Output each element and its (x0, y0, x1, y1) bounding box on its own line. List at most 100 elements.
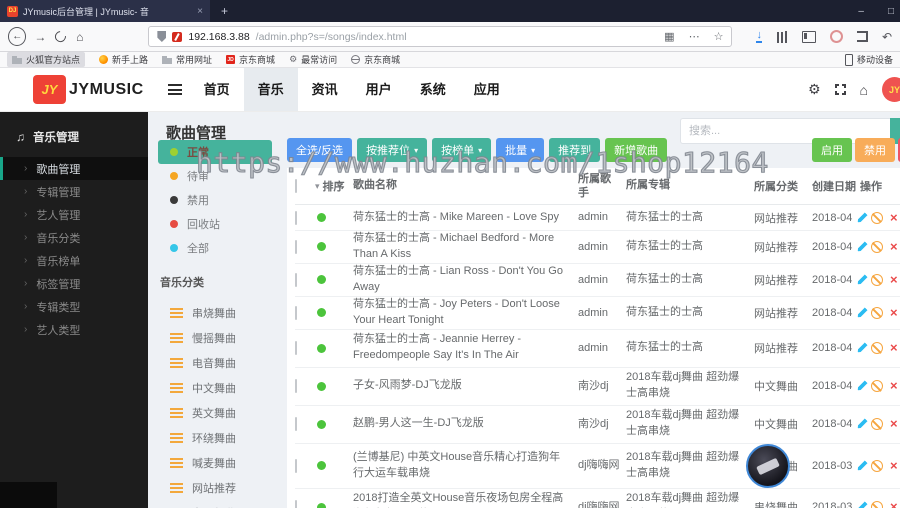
browser-tab[interactable]: DJ JYmusic后台管理 | JYmusic- 音 × (0, 0, 210, 22)
by-recommend-dropdown[interactable]: 按推荐位 ▾ (357, 138, 428, 162)
sort-caret-icon[interactable]: ▾ (315, 181, 320, 192)
nav-item-system[interactable]: 系统 (406, 68, 460, 111)
nav-item-music[interactable]: 音乐 (243, 68, 298, 111)
sidebar-item-artists[interactable]: › 艺人管理 (0, 203, 148, 226)
ban-icon[interactable] (871, 211, 883, 224)
song-name[interactable]: 荷东猛士的士高 - Lian Ross - Don't You Go Away (353, 264, 578, 296)
app-logo[interactable]: JY (33, 75, 66, 104)
filter-all[interactable]: 全部 (158, 236, 272, 260)
category-item[interactable]: 英文舞曲 (158, 400, 272, 425)
category-item[interactable]: 喊麦舞曲 (158, 450, 272, 475)
nav-item-home[interactable]: 首页 (190, 68, 244, 111)
row-checkbox[interactable] (295, 341, 297, 356)
downloads-icon[interactable]: ↓ (756, 30, 762, 43)
ban-icon[interactable] (871, 459, 883, 472)
bookmark-item[interactable]: 常用网址 (162, 53, 212, 66)
user-avatar[interactable]: JY (882, 77, 900, 102)
song-name[interactable]: 荷东猛士的士高 - Mike Mareen - Love Spy (353, 210, 578, 226)
home-button[interactable]: ⌂ (76, 30, 83, 44)
ban-icon[interactable] (871, 418, 883, 431)
maximize-button[interactable]: □ (888, 6, 894, 17)
delete-icon[interactable]: × (890, 240, 898, 253)
sidebar-item-album-types[interactable]: › 专辑类型 (0, 295, 148, 318)
home-icon[interactable]: ⌂ (860, 82, 868, 98)
song-name[interactable]: (兰博基尼) 中英文House音乐精心打造狗年行大运车载串烧 (353, 450, 578, 482)
bookmark-item[interactable]: ⚙ 最常访问 (289, 53, 337, 66)
delete-icon[interactable]: × (890, 459, 898, 472)
ban-icon[interactable] (871, 380, 883, 393)
col-sort[interactable]: 排序 (323, 178, 345, 194)
nav-item-users[interactable]: 用户 (352, 68, 406, 111)
category-item[interactable]: 中文舞曲 (158, 375, 272, 400)
category-item[interactable]: 慢摇舞曲 (158, 325, 272, 350)
ban-icon[interactable] (871, 501, 883, 508)
reload-button[interactable] (53, 28, 69, 45)
filter-recycle-bin[interactable]: 回收站 (158, 212, 272, 236)
song-name[interactable]: 荷东猛士的士高 - Joy Peters - Don't Loose Your … (353, 297, 578, 329)
url-bar[interactable]: 192.168.3.88 /admin.php?s=/songs/index.h… (148, 26, 733, 47)
hamburger-menu-icon[interactable] (167, 84, 182, 95)
filter-normal[interactable]: 正常 (158, 140, 272, 164)
delete-icon[interactable]: × (890, 341, 898, 354)
add-song-button[interactable]: 新增歌曲 (605, 138, 668, 162)
screenshot-icon[interactable] (829, 30, 843, 43)
song-name[interactable]: 子女-风雨梦-DJ飞龙版 (353, 378, 578, 394)
song-name[interactable]: 赵鹏-男人这一生-DJ飞龙版 (353, 416, 578, 432)
bookmark-star-icon[interactable]: ☆ (714, 30, 724, 43)
enable-button[interactable]: 启用 (812, 138, 852, 162)
select-all-checkbox[interactable] (295, 179, 297, 193)
sidebar-toggle-icon[interactable] (801, 30, 816, 43)
tab-close-icon[interactable]: × (197, 6, 203, 17)
song-name[interactable]: 荷东猛士的士高 - Jeannie Herrey - Freedompeople… (353, 332, 578, 364)
back-button[interactable]: ← (8, 27, 27, 46)
ban-icon[interactable] (871, 273, 883, 286)
sidebar-item-tags[interactable]: › 标签管理 (0, 272, 148, 295)
sidebar-item-albums[interactable]: › 专辑管理 (0, 180, 148, 203)
ban-icon[interactable] (871, 306, 883, 319)
row-checkbox[interactable] (295, 305, 297, 320)
minimize-button[interactable]: – (858, 6, 864, 17)
recommend-to-button[interactable]: 推荐到 (549, 138, 601, 162)
row-checkbox[interactable] (295, 500, 297, 508)
category-item[interactable]: 网站推荐 (158, 475, 272, 500)
row-checkbox[interactable] (295, 239, 297, 254)
forward-button[interactable]: → (34, 30, 46, 44)
delete-icon[interactable]: × (890, 379, 898, 392)
crop-icon[interactable] (856, 31, 868, 42)
bookmark-item-mobile[interactable]: 移动设备 (844, 53, 893, 66)
sidebar-item-charts[interactable]: › 音乐榜单 (0, 249, 148, 272)
by-chart-dropdown[interactable]: 按榜单 ▾ (432, 138, 492, 162)
disable-button[interactable]: 禁用 (855, 138, 895, 162)
ban-icon[interactable] (871, 342, 883, 355)
bookmark-item[interactable]: JD 京东商城 (226, 53, 275, 66)
song-name[interactable]: 荷东猛士的士高 - Michael Bedford - More Than A … (353, 231, 578, 263)
row-checkbox[interactable] (295, 379, 297, 394)
sidebar-item-songs[interactable]: › 歌曲管理 (0, 157, 148, 180)
filter-disabled[interactable]: 禁用 (158, 188, 272, 212)
undo-icon[interactable]: ↶ (882, 30, 892, 44)
qr-grid-icon[interactable]: ▦ (664, 30, 674, 43)
select-all-button[interactable]: 全选/反选 (287, 138, 353, 162)
row-checkbox[interactable] (295, 272, 297, 287)
bookmark-item[interactable]: 新手上路 (99, 53, 148, 66)
ban-icon[interactable] (871, 240, 883, 253)
sidebar-item-categories[interactable]: › 音乐分类 (0, 226, 148, 249)
delete-icon[interactable]: × (890, 306, 898, 319)
row-checkbox[interactable] (295, 417, 297, 432)
shield-icon[interactable] (157, 31, 167, 42)
settings-gear-icon[interactable]: ⚙ (808, 81, 821, 98)
bookmark-item[interactable]: 火狐官方站点 (7, 52, 86, 67)
delete-icon[interactable]: × (890, 417, 898, 430)
delete-icon[interactable]: × (890, 273, 898, 286)
nav-item-news[interactable]: 资讯 (298, 68, 352, 111)
batch-dropdown[interactable]: 批量 ▾ (496, 138, 545, 162)
delete-icon[interactable]: × (890, 211, 898, 224)
row-checkbox[interactable] (295, 458, 297, 473)
fullscreen-icon[interactable] (834, 84, 846, 95)
more-actions-icon[interactable]: ⋯ (689, 30, 700, 43)
sidebar-item-artist-types[interactable]: › 艺人类型 (0, 318, 148, 341)
nav-item-apps[interactable]: 应用 (460, 68, 514, 111)
new-tab-button[interactable]: + (221, 4, 228, 18)
category-item[interactable]: 粤语舞曲 (158, 500, 272, 508)
delete-icon[interactable]: × (890, 500, 898, 508)
